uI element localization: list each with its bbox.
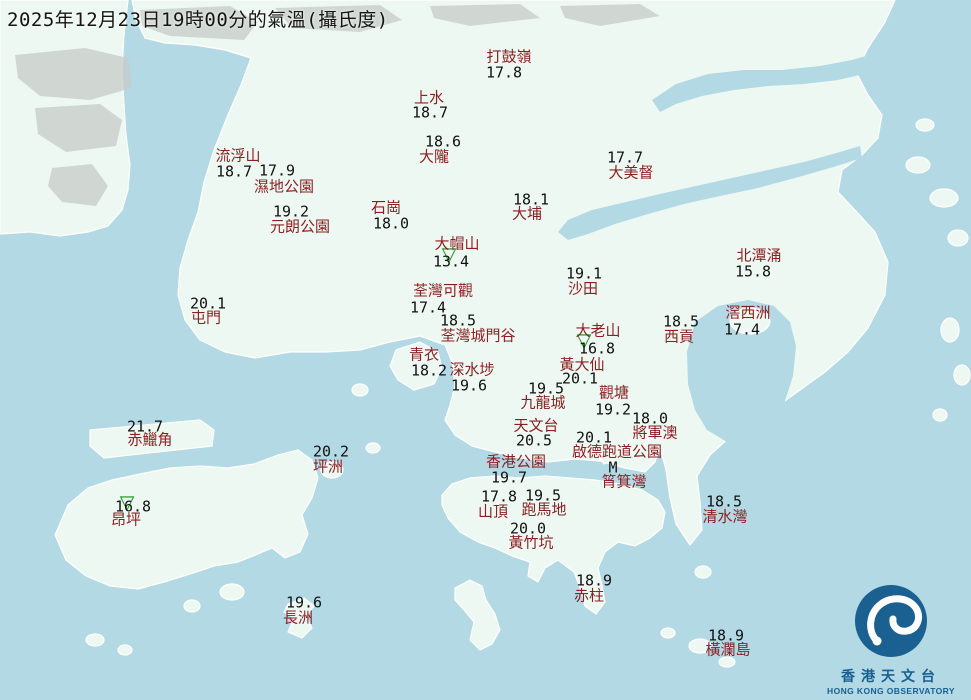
hko-logo-icon <box>855 585 927 657</box>
station-name: 荃灣城門谷 <box>440 327 516 345</box>
station-temp: 16.8 <box>114 497 152 516</box>
station-name: 九龍城 <box>520 394 566 412</box>
station-name: 橫瀾島 <box>705 641 751 659</box>
station-name: 大帽山 <box>434 235 480 253</box>
station-name: 赤柱 <box>573 587 605 605</box>
station-temp: 20.5 <box>515 431 553 450</box>
hko-logo-text-en: HONG KONG OBSERVATORY <box>827 686 955 696</box>
station-temp: 20.0 <box>509 519 547 538</box>
station-temp: 20.2 <box>312 442 350 461</box>
station-name: 黃竹坑 <box>508 534 554 552</box>
station-temp: 19.6 <box>450 376 488 395</box>
station-temp: 18.7 <box>215 162 253 181</box>
station-name: 屯門 <box>190 309 222 327</box>
station-name: 山頂 <box>477 503 509 521</box>
station-name: 將軍澳 <box>632 424 678 442</box>
station-temp: 17.8 <box>480 487 518 506</box>
station-name: 大埔 <box>511 205 543 223</box>
station-temp: 18.1 <box>512 190 550 209</box>
station-temp: 20.1 <box>189 294 227 313</box>
station-temp: M <box>608 458 618 477</box>
station-temp: 19.5 <box>524 486 562 505</box>
station-temp: 19.5 <box>527 379 565 398</box>
station-temp: 18.7 <box>411 103 449 122</box>
station-temp: 17.8 <box>485 63 523 82</box>
station-name: 元朗公園 <box>269 218 331 236</box>
station-temp: 13.4 <box>432 252 470 271</box>
station-name: 流浮山 <box>215 147 261 165</box>
station-temp: 19.7 <box>490 468 528 487</box>
temperature-map-page: ▽ ▽ ▽ 打鼓嶺 17.8 上水 18.7 大隴 18.6 流浮山 18.7 濕地公園 17.9 大美督… <box>0 0 971 700</box>
station-temp: 19.1 <box>565 264 603 283</box>
station-name: 濕地公園 <box>253 178 315 196</box>
station-temp: 18.5 <box>662 312 700 331</box>
station-name: 大老山 <box>575 322 621 340</box>
station-temp: 18.0 <box>631 409 669 428</box>
station-temp: 17.9 <box>258 161 296 180</box>
station-name: 石崗 <box>370 199 402 217</box>
station-name: 荃灣可觀 <box>412 282 474 300</box>
station-name: 筲箕灣 <box>601 473 647 491</box>
station-temp: 18.6 <box>424 132 462 151</box>
station-name: 清水灣 <box>702 508 748 526</box>
station-temp: 18.9 <box>707 626 745 645</box>
station-temp: 18.0 <box>372 214 410 233</box>
station-temp: 18.5 <box>705 492 743 511</box>
station-temp: 20.1 <box>561 369 599 388</box>
station-temp: 15.8 <box>734 262 772 281</box>
map-title: 2025年12月23日19時00分的氣溫(攝氏度) <box>7 9 389 31</box>
station-name: 青衣 <box>408 346 440 364</box>
station-temp: 18.2 <box>410 361 448 380</box>
station-name: 打鼓嶺 <box>486 48 532 66</box>
station-name: 滘西洲 <box>725 304 771 322</box>
station-temp: 17.7 <box>606 148 644 167</box>
station-temp: 20.1 <box>575 428 613 447</box>
station-temp: 21.7 <box>126 417 164 436</box>
station-name: 深水埗 <box>449 361 495 379</box>
station-temp: 16.8 <box>578 339 616 358</box>
station-name: 啟德跑道公園 <box>571 443 663 461</box>
station-name: 香港公園 <box>485 453 547 471</box>
station-name: 大隴 <box>418 148 450 166</box>
station-name: 沙田 <box>567 280 599 298</box>
station-name: 跑馬地 <box>521 501 567 519</box>
station-name: 北潭涌 <box>736 247 782 265</box>
station-name: 觀塘 <box>598 384 630 402</box>
hko-logo-text-cn: 香港天文台 <box>841 668 941 684</box>
station-temp: 17.4 <box>723 320 761 339</box>
station-name: 大美督 <box>608 164 654 182</box>
station-name: 西貢 <box>663 328 695 346</box>
station-name: 坪洲 <box>312 458 344 476</box>
station-temp: 19.2 <box>594 400 632 419</box>
station-name: 長洲 <box>282 609 314 627</box>
station-temp: 18.9 <box>575 571 613 590</box>
station-temp: 19.6 <box>285 593 323 612</box>
hko-logo: 香港天文台 HONG KONG OBSERVATORY <box>826 583 956 696</box>
station-temp: 19.2 <box>272 202 310 221</box>
station-temp: 18.5 <box>439 311 477 330</box>
